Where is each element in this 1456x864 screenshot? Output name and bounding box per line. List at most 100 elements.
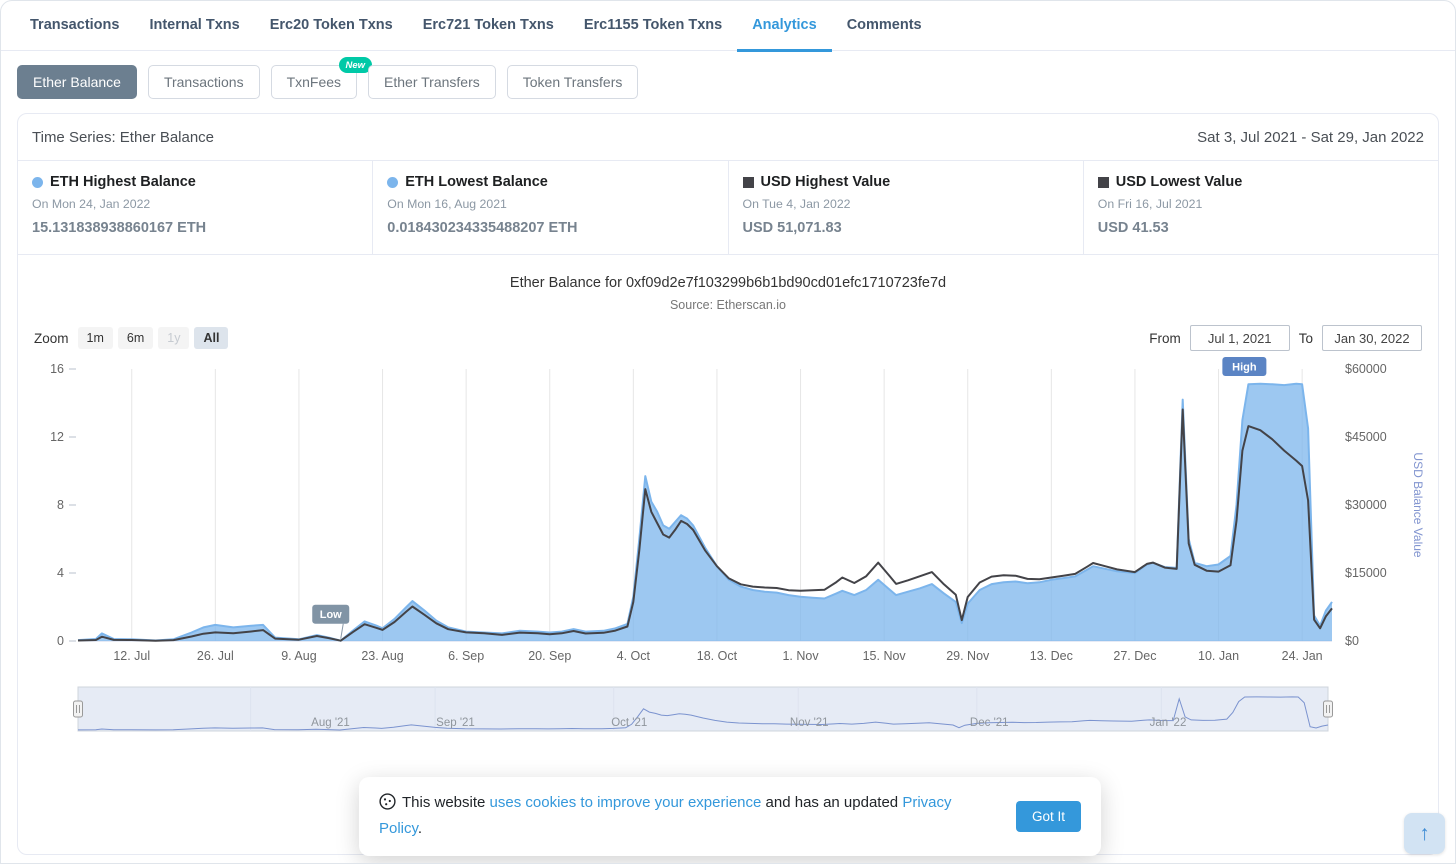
time-series-panel: Time Series: Ether Balance Sat 3, Jul 20… [17,113,1439,855]
arrow-up-icon: ↑ [1419,821,1430,845]
tab-transactions[interactable]: Transactions [15,1,134,52]
stat-title: ETH Lowest Balance [405,174,548,190]
stat-value: USD 41.53 [1097,220,1169,236]
range-controls: From To [1149,325,1422,351]
pill-token-transfers[interactable]: Token Transfers [506,65,639,99]
stats-row: ETH Highest Balance On Mon 24, Jan 2022 … [18,161,1438,255]
x-tick-label: 9. Aug [281,649,316,663]
stat-value: 0.018430234335488207 ETH [387,220,578,236]
tab-comments[interactable]: Comments [832,1,937,52]
chart-area: 12. Jul 26. Jul 9. Aug 23. Aug 6. Sep 20. Sep… [18,353,1438,747]
from-date-input[interactable] [1189,325,1290,351]
navigator-handle-right[interactable] [1323,700,1333,718]
tab-erc20-token-txns[interactable]: Erc20 Token Txns [255,1,408,52]
tab-erc1155-token-txns[interactable]: Erc1155 Token Txns [569,1,737,52]
navigator-month-label: Dec '21 [970,717,1009,729]
tab-erc721-token-txns[interactable]: Erc721 Token Txns [408,1,569,52]
x-tick-label: 29. Nov [946,649,990,663]
x-tick-label: 27. Dec [1113,649,1156,663]
date-range-text: Sat 3, Jul 2021 - Sat 29, Jan 2022 [1197,128,1424,146]
usd-series-marker-icon [742,176,754,188]
x-tick-label: 26. Jul [197,649,234,663]
chart-navigator[interactable]: Aug '21 Sep '21 Oct '21 Nov '21 Dec '21 Jan '… [32,684,1428,742]
stat-value: USD 51,071.83 [742,220,842,236]
y-right-tick-label: $60000 [1345,362,1387,376]
x-tick-label: 6. Sep [448,649,484,663]
x-tick-label: 23. Aug [361,649,403,663]
scroll-to-top-button[interactable]: ↑ [1404,813,1445,854]
stat-title: USD Lowest Value [1115,174,1243,190]
zoom-all-button[interactable]: All [194,327,229,349]
y-left-tick-label: 8 [57,498,64,512]
x-tick-label: 24. Jan [1282,649,1323,663]
ether-balance-chart[interactable]: 12. Jul 26. Jul 9. Aug 23. Aug 6. Sep 20. Sep… [32,353,1428,671]
stat-date: On Mon 16, Aug 2021 [387,197,507,211]
stat-date: On Tue 4, Jan 2022 [742,197,851,211]
cookie-banner: This website uses cookies to improve you… [359,777,1101,856]
page-frame: Transactions Internal Txns Erc20 Token T… [0,0,1456,864]
zoom-6m-button[interactable]: 6m [117,327,154,349]
panel-header: Time Series: Ether Balance Sat 3, Jul 20… [18,114,1438,161]
y-left-tick-label: 0 [57,634,64,648]
stat-date: On Fri 16, Jul 2021 [1097,197,1203,211]
cookie-text-mid: and has an updated [761,794,903,811]
y-right-axis-title: USD Balance Value [1411,452,1425,557]
y-right-tick-label: $15000 [1345,566,1387,580]
pill-txnfees-label: TxnFees [286,74,342,90]
x-tick-label: 13. Dec [1030,649,1073,663]
navigator-month-label: Nov '21 [790,717,829,729]
cookies-info-link[interactable]: uses cookies to improve your experience [490,794,762,811]
annotation-label: Low [320,609,342,621]
stat-eth-lowest: ETH Lowest Balance On Mon 16, Aug 2021 0… [373,161,729,254]
to-label: To [1298,330,1313,346]
tab-analytics[interactable]: Analytics [737,1,832,52]
annotation-connector [340,623,344,639]
zoom-1y-button: 1y [158,327,190,349]
zoom-label: Zoom [34,330,69,346]
panel-title: Time Series: Ether Balance [32,128,215,146]
tab-internal-txns[interactable]: Internal Txns [134,1,254,52]
stat-date: On Mon 24, Jan 2022 [32,197,151,211]
cookie-text: This website uses cookies to improve you… [379,790,998,843]
y-left-tick-label: 16 [50,362,64,376]
navigator-month-label: Jan '22 [1150,717,1187,729]
cookie-text-suffix: . [417,820,423,838]
x-tick-label: 4. Oct [617,649,651,663]
y-left-tick-label: 12 [50,430,64,444]
analytics-subtabs: Ether Balance Transactions TxnFees New E… [1,51,1455,111]
tab-bar: Transactions Internal Txns Erc20 Token T… [1,1,1455,52]
pill-ether-transfers[interactable]: Ether Transfers [368,65,496,99]
got-it-button[interactable]: Got It [1015,800,1081,832]
y-right-tick-label: $30000 [1345,498,1387,512]
x-tick-label: 12. Jul [113,649,150,663]
cookie-icon [379,793,396,810]
chart-title: Ether Balance for 0xf09d2e7f103299b6b1bd… [509,275,947,291]
from-label: From [1149,330,1181,346]
zoom-1m-button[interactable]: 1m [77,327,113,349]
stat-value: 15.131838938860167 ETH [32,220,207,236]
navigator-handle-left[interactable] [73,700,83,718]
pill-txnfees[interactable]: TxnFees New [270,57,373,99]
new-badge: New [338,57,373,73]
x-tick-label: 1. Nov [782,649,819,663]
chart-subtitle: Source: Etherscan.io [669,298,787,312]
stat-title: USD Highest Value [760,174,891,190]
navigator-month-label: Oct '21 [611,717,647,729]
usd-series-marker-icon [1097,176,1109,188]
x-tick-label: 10. Jan [1198,649,1239,663]
y-right-tick-label: $0 [1345,634,1359,648]
x-tick-label: 18. Oct [697,649,738,663]
annotation-label: High [1232,362,1257,374]
pill-transactions[interactable]: Transactions [147,65,260,99]
chart-controls: Zoom 1m 6m 1y All From To [18,312,1438,353]
x-tick-label: 20. Sep [528,649,571,663]
pill-ether-balance[interactable]: Ether Balance [17,65,137,99]
stat-usd-highest: USD Highest Value On Tue 4, Jan 2022 USD… [729,161,1084,254]
to-date-input[interactable] [1322,325,1422,351]
eth-balance-area [78,383,1332,641]
y-right-tick-label: $45000 [1345,430,1387,444]
stat-eth-highest: ETH Highest Balance On Mon 24, Jan 2022 … [18,161,374,254]
eth-series-marker-icon [32,176,43,188]
x-tick-label: 15. Nov [863,649,907,663]
stat-usd-lowest: USD Lowest Value On Fri 16, Jul 2021 USD… [1084,161,1438,254]
